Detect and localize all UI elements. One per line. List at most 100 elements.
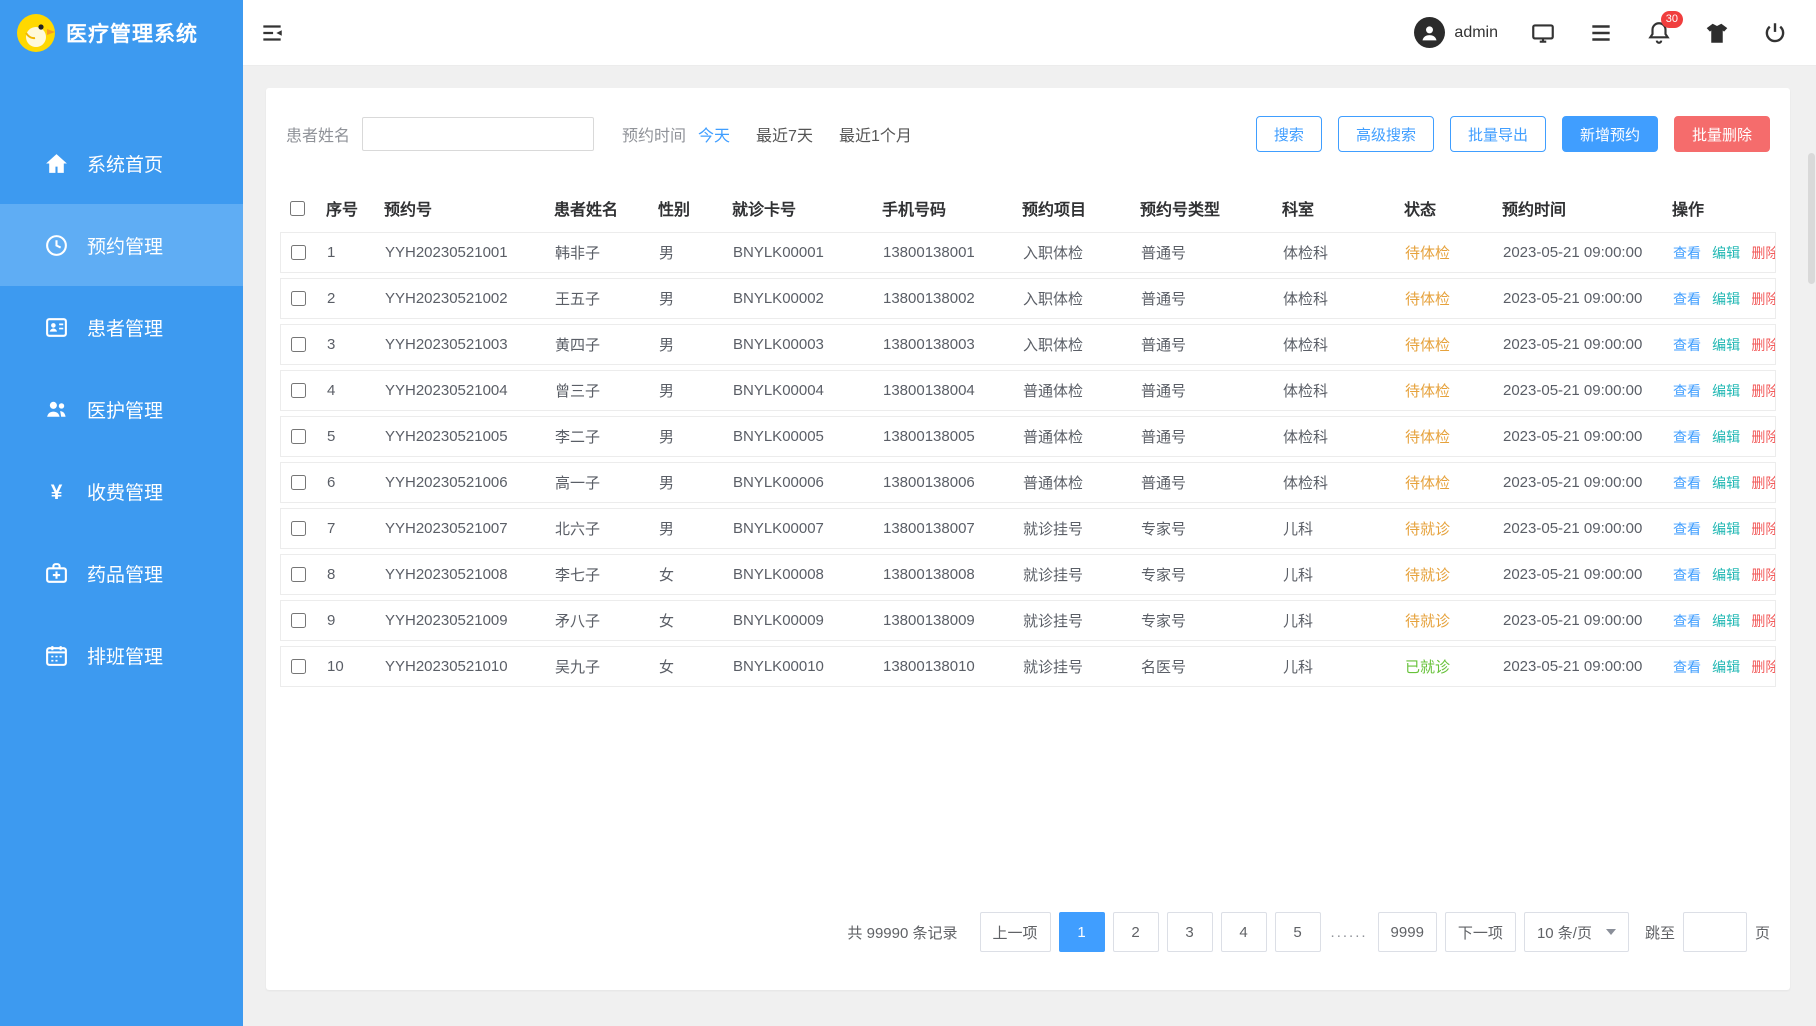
sidebar-item-clock[interactable]: 预约管理 bbox=[0, 204, 243, 286]
time-filter-today[interactable]: 今天 bbox=[698, 122, 730, 146]
page-button-4[interactable]: 4 bbox=[1221, 912, 1267, 952]
delete-link[interactable]: 删除 bbox=[1751, 567, 1775, 583]
delete-link[interactable]: 删除 bbox=[1751, 521, 1775, 537]
view-link[interactable]: 查看 bbox=[1673, 613, 1701, 629]
collapse-menu-icon[interactable] bbox=[259, 20, 285, 46]
new-appointment-button[interactable]: 新增预约 bbox=[1562, 116, 1658, 152]
sidebar-item-medicine[interactable]: 药品管理 bbox=[0, 532, 243, 614]
patient-name-input[interactable] bbox=[362, 117, 594, 151]
appointment-project: 普通体检 bbox=[1019, 472, 1137, 493]
delete-link[interactable]: 删除 bbox=[1751, 337, 1775, 353]
col-header-index: 序号 bbox=[322, 196, 380, 220]
page-button-2[interactable]: 2 bbox=[1113, 912, 1159, 952]
view-link[interactable]: 查看 bbox=[1673, 337, 1701, 353]
row-checkbox[interactable] bbox=[291, 613, 306, 628]
sidebar-item-home[interactable]: 系统首页 bbox=[0, 122, 243, 204]
row-checkbox[interactable] bbox=[291, 521, 306, 536]
row-checkbox[interactable] bbox=[291, 659, 306, 674]
col-header-phone: 手机号码 bbox=[878, 196, 1018, 220]
edit-link[interactable]: 编辑 bbox=[1712, 521, 1740, 537]
appointment-type: 名医号 bbox=[1137, 656, 1279, 677]
next-page-button[interactable]: 下一项 bbox=[1445, 912, 1516, 952]
view-link[interactable]: 查看 bbox=[1673, 245, 1701, 261]
edit-link[interactable]: 编辑 bbox=[1712, 429, 1740, 445]
phone-number: 13800138008 bbox=[879, 566, 1019, 583]
scrollbar-thumb[interactable] bbox=[1808, 153, 1815, 284]
view-link[interactable]: 查看 bbox=[1673, 429, 1701, 445]
user-menu[interactable]: admin bbox=[1414, 17, 1498, 48]
status-badge: 待体检 bbox=[1401, 288, 1499, 309]
row-checkbox[interactable] bbox=[291, 245, 306, 260]
sidebar-item-schedule[interactable]: 排班管理 bbox=[0, 614, 243, 696]
delete-link[interactable]: 删除 bbox=[1751, 475, 1775, 491]
time-filter-1month[interactable]: 最近1个月 bbox=[839, 122, 912, 146]
view-link[interactable]: 查看 bbox=[1673, 659, 1701, 675]
row-index: 9 bbox=[323, 612, 381, 629]
table-row: 2 YYH20230521002 王五子 男 BNYLK00002 138001… bbox=[280, 278, 1776, 319]
row-checkbox[interactable] bbox=[291, 383, 306, 398]
patient-name: 李二子 bbox=[551, 426, 655, 447]
status-badge: 待就诊 bbox=[1401, 610, 1499, 631]
row-checkbox[interactable] bbox=[291, 567, 306, 582]
row-actions: 查看 编辑 删除 bbox=[1669, 611, 1775, 631]
page-button-5[interactable]: 5 bbox=[1275, 912, 1321, 952]
patient-name: 矛八子 bbox=[551, 610, 655, 631]
row-checkbox-cell bbox=[281, 659, 323, 674]
department: 体检科 bbox=[1279, 288, 1401, 309]
sidebar-item-patient[interactable]: 患者管理 bbox=[0, 286, 243, 368]
edit-link[interactable]: 编辑 bbox=[1712, 383, 1740, 399]
notifications-bell-icon[interactable]: 30 bbox=[1646, 20, 1672, 46]
card-number: BNYLK00001 bbox=[729, 244, 879, 261]
edit-link[interactable]: 编辑 bbox=[1712, 245, 1740, 261]
delete-link[interactable]: 删除 bbox=[1751, 659, 1775, 675]
delete-link[interactable]: 删除 bbox=[1751, 245, 1775, 261]
delete-link[interactable]: 删除 bbox=[1751, 613, 1775, 629]
delete-link[interactable]: 删除 bbox=[1751, 291, 1775, 307]
advanced-search-button[interactable]: 高级搜索 bbox=[1338, 116, 1434, 152]
select-all-checkbox[interactable] bbox=[290, 201, 305, 216]
row-checkbox[interactable] bbox=[291, 475, 306, 490]
sidebar-item-staff[interactable]: 医护管理 bbox=[0, 368, 243, 450]
appointment-time: 2023-05-21 09:00:00 bbox=[1499, 428, 1669, 445]
last-page-button[interactable]: 9999 bbox=[1378, 912, 1437, 952]
edit-link[interactable]: 编辑 bbox=[1712, 291, 1740, 307]
view-link[interactable]: 查看 bbox=[1673, 383, 1701, 399]
edit-link[interactable]: 编辑 bbox=[1712, 567, 1740, 583]
delete-link[interactable]: 删除 bbox=[1751, 383, 1775, 399]
card-number: BNYLK00004 bbox=[729, 382, 879, 399]
view-link[interactable]: 查看 bbox=[1673, 567, 1701, 583]
time-filter-7days[interactable]: 最近7天 bbox=[756, 122, 813, 146]
row-checkbox-cell bbox=[281, 567, 323, 582]
patient-name: 吴九子 bbox=[551, 656, 655, 677]
theme-tshirt-icon[interactable] bbox=[1704, 20, 1730, 46]
edit-link[interactable]: 编辑 bbox=[1712, 659, 1740, 675]
edit-link[interactable]: 编辑 bbox=[1712, 613, 1740, 629]
row-checkbox[interactable] bbox=[291, 429, 306, 444]
page-button-1[interactable]: 1 bbox=[1059, 912, 1105, 952]
view-link[interactable]: 查看 bbox=[1673, 291, 1701, 307]
appointment-time: 2023-05-21 09:00:00 bbox=[1499, 244, 1669, 261]
staff-icon bbox=[44, 397, 69, 422]
prev-page-button[interactable]: 上一项 bbox=[980, 912, 1051, 952]
phone-number: 13800138009 bbox=[879, 612, 1019, 629]
edit-link[interactable]: 编辑 bbox=[1712, 337, 1740, 353]
view-link[interactable]: 查看 bbox=[1673, 521, 1701, 537]
logout-power-icon[interactable] bbox=[1762, 20, 1788, 46]
appointment-time: 2023-05-21 09:00:00 bbox=[1499, 658, 1669, 675]
page-button-3[interactable]: 3 bbox=[1167, 912, 1213, 952]
search-button[interactable]: 搜索 bbox=[1256, 116, 1322, 152]
delete-link[interactable]: 删除 bbox=[1751, 429, 1775, 445]
page-size-select[interactable]: 10 条/页 bbox=[1524, 912, 1629, 952]
logo-row: 医疗管理系统 bbox=[0, 0, 243, 66]
hamburger-menu-icon[interactable] bbox=[1588, 20, 1614, 46]
view-link[interactable]: 查看 bbox=[1673, 475, 1701, 491]
jump-to-input[interactable] bbox=[1683, 912, 1747, 952]
batch-export-button[interactable]: 批量导出 bbox=[1450, 116, 1546, 152]
batch-delete-button[interactable]: 批量删除 bbox=[1674, 116, 1770, 152]
row-checkbox[interactable] bbox=[291, 337, 306, 352]
edit-link[interactable]: 编辑 bbox=[1712, 475, 1740, 491]
row-checkbox[interactable] bbox=[291, 291, 306, 306]
phone-number: 13800138001 bbox=[879, 244, 1019, 261]
fullscreen-icon[interactable] bbox=[1530, 20, 1556, 46]
sidebar-item-fee[interactable]: ¥ 收费管理 bbox=[0, 450, 243, 532]
